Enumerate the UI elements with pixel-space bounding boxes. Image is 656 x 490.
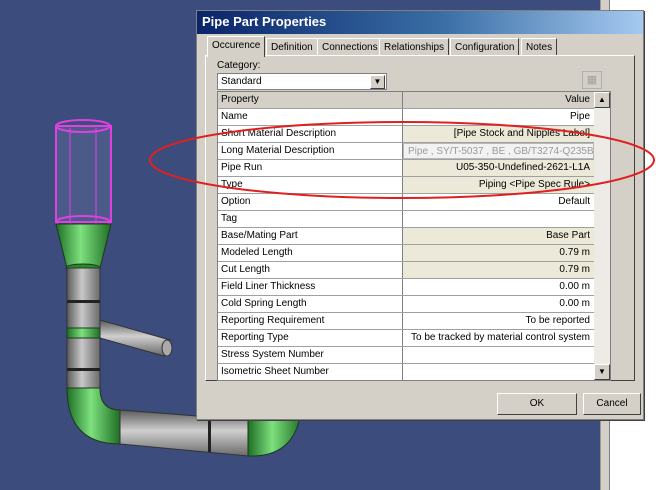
grid-icon[interactable]: ▦ xyxy=(582,71,602,89)
category-value: Standard xyxy=(221,76,262,87)
table-row[interactable]: Isometric Sheet Number xyxy=(218,364,594,380)
row-value[interactable] xyxy=(403,211,594,227)
category-label: Category: xyxy=(217,60,261,71)
table-row[interactable]: Stress System Number xyxy=(218,347,594,364)
table-row[interactable]: Option Default xyxy=(218,194,594,211)
pipe-part-properties-dialog: Pipe Part Properties Occurence Definitio… xyxy=(196,10,644,420)
table-row[interactable]: Reporting Requirement To be reported xyxy=(218,313,594,330)
table-row[interactable]: Cold Spring Length 0.00 m xyxy=(218,296,594,313)
table-row[interactable]: Reporting Type To be tracked by material … xyxy=(218,330,594,347)
table-row[interactable]: Name Pipe xyxy=(218,109,594,126)
row-property: Pipe Run xyxy=(218,160,403,176)
row-value: 0.79 m xyxy=(403,245,594,261)
category-select[interactable]: Standard ▼ xyxy=(217,73,387,90)
dialog-titlebar[interactable]: Pipe Part Properties xyxy=(197,11,643,34)
header-value: Value xyxy=(403,92,594,108)
table-row[interactable]: Field Liner Thickness 0.00 m xyxy=(218,279,594,296)
row-property: Modeled Length xyxy=(218,245,403,261)
row-property: Tag xyxy=(218,211,403,227)
table-row[interactable]: Cut Length 0.79 m xyxy=(218,262,594,279)
row-value: Piping <Pipe Spec Rule> xyxy=(403,177,594,193)
scroll-down-icon[interactable]: ▼ xyxy=(594,364,610,380)
table-row[interactable]: Long Material Description Pipe , SY/T-503… xyxy=(218,143,594,160)
row-property: Reporting Requirement xyxy=(218,313,403,329)
cancel-button[interactable]: Cancel xyxy=(583,393,641,415)
row-property: Cold Spring Length xyxy=(218,296,403,312)
header-property: Property xyxy=(218,92,403,108)
row-value[interactable]: 0.00 m xyxy=(403,296,594,312)
row-property: Type xyxy=(218,177,403,193)
row-value: Base Part xyxy=(403,228,594,244)
ok-button[interactable]: OK xyxy=(497,393,577,415)
tab-connections[interactable]: Connections xyxy=(317,38,383,56)
row-property: Stress System Number xyxy=(218,347,403,363)
table-row[interactable]: Short Material Description [Pipe Stock an… xyxy=(218,126,594,143)
row-value: [Pipe Stock and Nipples Label] xyxy=(403,126,594,142)
tab-notes[interactable]: Notes xyxy=(521,38,558,56)
table-scrollbar[interactable]: ▲ ▼ xyxy=(594,92,610,380)
row-value: U05-350-Undefined-2621-L1A xyxy=(403,160,594,176)
row-value[interactable]: Pipe xyxy=(403,109,594,125)
row-property: Long Material Description xyxy=(218,143,403,159)
dialog-title: Pipe Part Properties xyxy=(202,14,327,29)
table-row[interactable]: Modeled Length 0.79 m xyxy=(218,245,594,262)
tab-configuration[interactable]: Configuration xyxy=(450,38,520,56)
row-value[interactable]: To be reported xyxy=(403,313,594,329)
row-property: Cut Length xyxy=(218,262,403,278)
properties-table: Property Value Name Pipe Short Material D… xyxy=(217,91,611,381)
table-row[interactable]: Pipe Run U05-350-Undefined-2621-L1A xyxy=(218,160,594,177)
row-property: Field Liner Thickness xyxy=(218,279,403,295)
row-property: Reporting Type xyxy=(218,330,403,346)
table-row[interactable]: Tag xyxy=(218,211,594,228)
tab-occurence[interactable]: Occurence xyxy=(207,36,266,57)
table-row[interactable]: Type Piping <Pipe Spec Rule> xyxy=(218,177,594,194)
row-value[interactable] xyxy=(403,347,594,363)
row-value[interactable] xyxy=(403,364,594,380)
row-property: Base/Mating Part xyxy=(218,228,403,244)
table-header: Property Value xyxy=(218,92,594,109)
table-row[interactable]: Base/Mating Part Base Part xyxy=(218,228,594,245)
row-value[interactable]: To be tracked by material control system xyxy=(403,330,594,346)
tab-relationships[interactable]: Relationships xyxy=(379,38,450,56)
row-property: Name xyxy=(218,109,403,125)
row-property: Isometric Sheet Number xyxy=(218,364,403,380)
row-value: Pipe , SY/T-5037 , BE , GB/T3274-Q235B ,… xyxy=(403,143,594,159)
scroll-up-icon[interactable]: ▲ xyxy=(594,92,610,108)
row-value: 0.79 m xyxy=(403,262,594,278)
chevron-down-icon[interactable]: ▼ xyxy=(370,75,385,89)
row-value[interactable]: 0.00 m xyxy=(403,279,594,295)
selected-pipe[interactable] xyxy=(55,125,112,223)
row-property: Option xyxy=(218,194,403,210)
tab-definition[interactable]: Definition xyxy=(266,38,318,56)
row-property: Short Material Description xyxy=(218,126,403,142)
row-value[interactable]: Default xyxy=(403,194,594,210)
